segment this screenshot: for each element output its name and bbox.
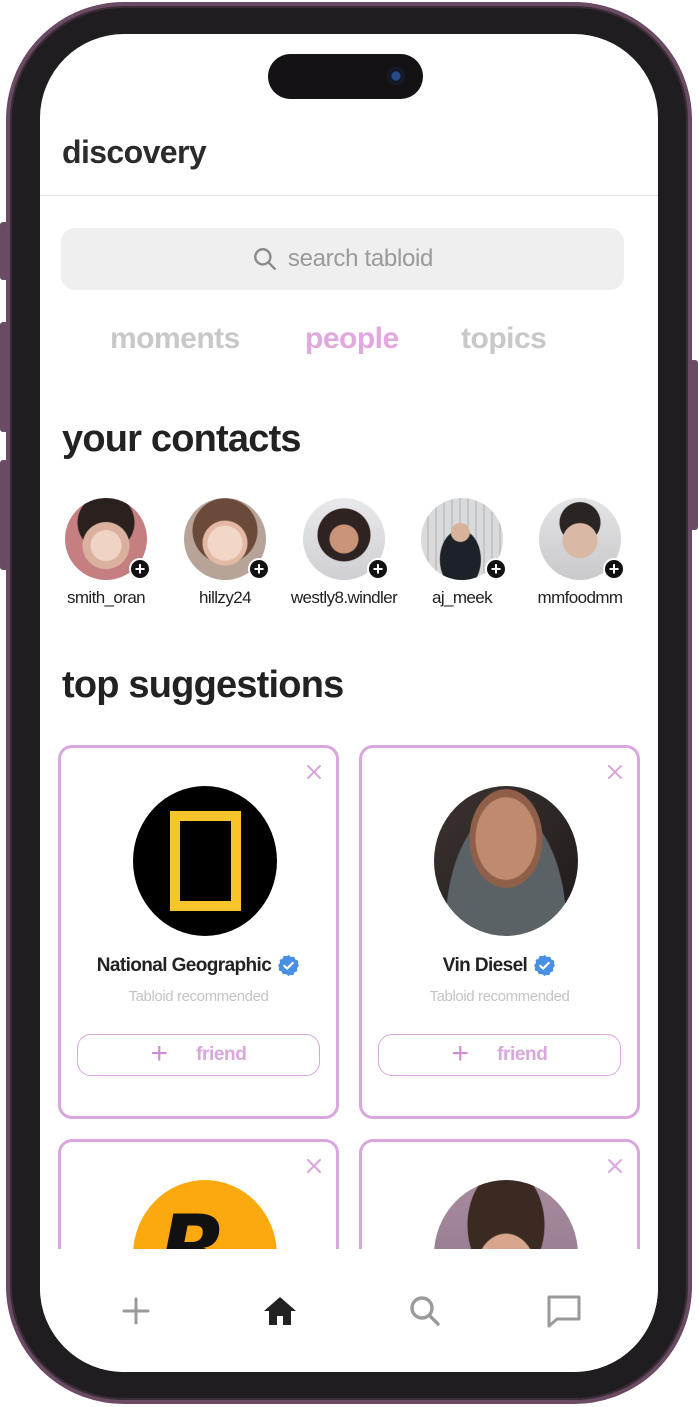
close-icon[interactable] — [605, 762, 625, 782]
avatar: + — [539, 498, 625, 580]
avatar: + — [184, 498, 270, 580]
home-icon[interactable] — [260, 1291, 300, 1331]
plus-icon: + — [451, 1036, 470, 1070]
plus-icon[interactable] — [116, 1291, 156, 1331]
add-contact-icon[interactable]: + — [367, 558, 389, 580]
contact-item[interactable]: + westly8.windler — [289, 498, 399, 608]
close-icon[interactable] — [304, 1156, 324, 1176]
app-screen: discovery search tabloid moments people … — [40, 34, 658, 1372]
contact-name: westly8.windler — [290, 588, 398, 607]
suggestions-section-title: top suggestions — [62, 664, 344, 706]
contact-name: mmfoodmm — [537, 588, 624, 607]
tab-bar: moments people topics — [40, 322, 658, 362]
add-friend-button[interactable]: + friend — [378, 1034, 621, 1076]
search-icon[interactable] — [405, 1291, 445, 1331]
add-contact-icon[interactable]: + — [603, 558, 625, 580]
contact-item[interactable]: + hillzy24 — [170, 498, 280, 608]
avatar: + — [65, 498, 151, 580]
tab-moments[interactable]: moments — [110, 322, 240, 356]
contact-item[interactable]: + smith_oran — [51, 498, 161, 608]
search-bar[interactable]: search tabloid — [61, 228, 624, 290]
contact-name: aj_meek — [431, 588, 493, 607]
header-divider — [40, 195, 658, 196]
avatar: + — [421, 498, 507, 580]
close-icon[interactable] — [605, 1156, 625, 1176]
vin-diesel-photo — [434, 786, 578, 936]
card-subtitle: Tabloid recommended — [429, 988, 570, 1005]
add-friend-button[interactable]: + friend — [77, 1034, 320, 1076]
contact-name: hillzy24 — [199, 588, 252, 607]
contact-item[interactable]: + mmfoodmm — [525, 498, 635, 608]
tab-topics[interactable]: topics — [461, 322, 547, 356]
card-subtitle: Tabloid recommended — [128, 988, 269, 1005]
search-input[interactable]: search tabloid — [288, 245, 434, 273]
contacts-section-title: your contacts — [62, 418, 302, 460]
add-contact-icon[interactable]: + — [485, 558, 507, 580]
card-name: National Geographic — [96, 954, 272, 976]
close-icon[interactable] — [304, 762, 324, 782]
dynamic-island — [268, 54, 423, 99]
card-name: Vin Diesel — [442, 954, 528, 976]
avatar: + — [303, 498, 389, 580]
camera-icon — [387, 67, 405, 85]
tab-people[interactable]: people — [305, 322, 399, 356]
national-geographic-logo — [133, 786, 277, 936]
add-contact-icon[interactable]: + — [248, 558, 270, 580]
chat-icon[interactable] — [544, 1291, 584, 1331]
verified-badge-icon — [534, 954, 556, 977]
page-title: discovery — [62, 134, 207, 170]
search-icon — [253, 248, 276, 270]
suggestion-card: Vin Diesel Tabloid recommended + friend — [359, 745, 640, 1119]
bottom-nav — [40, 1249, 658, 1372]
verified-badge-icon — [278, 954, 300, 977]
suggestion-card: National Geographic Tabloid recommended … — [58, 745, 339, 1119]
plus-icon: + — [150, 1036, 169, 1070]
contact-name: smith_oran — [66, 588, 146, 607]
contact-item[interactable]: + aj_meek — [407, 498, 517, 608]
add-contact-icon[interactable]: + — [129, 558, 151, 580]
